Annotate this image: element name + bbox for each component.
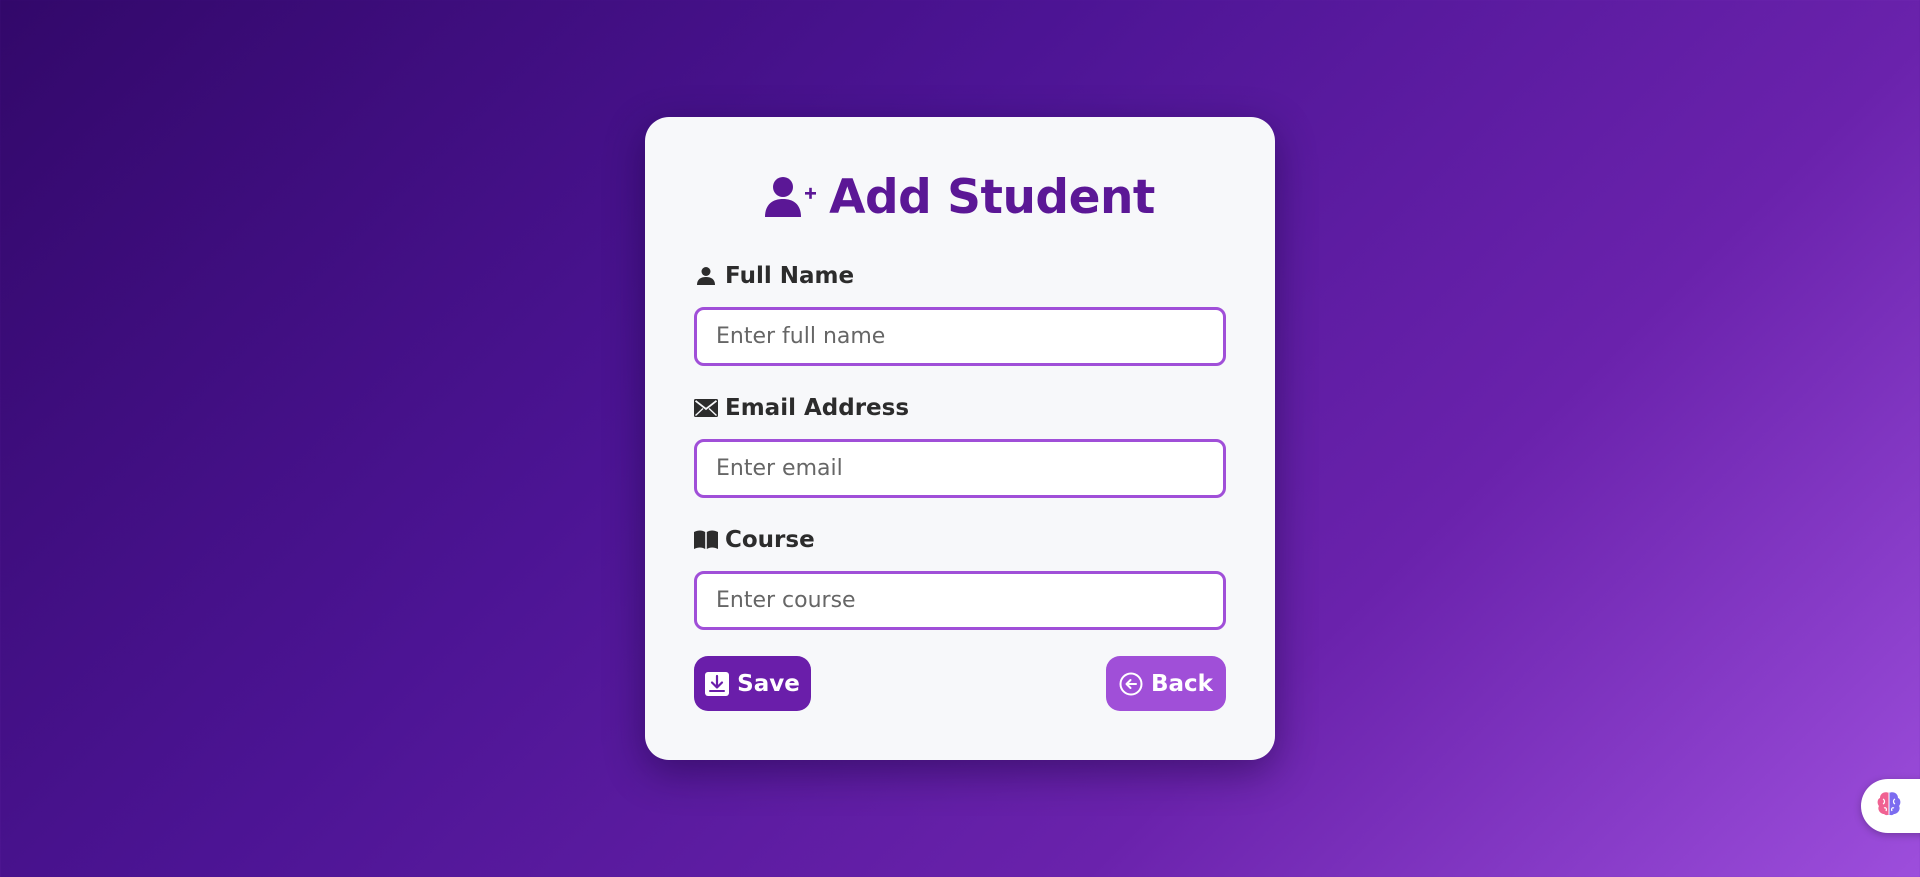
- add-student-card: Add Student Full Name Email Address: [645, 117, 1275, 760]
- user-plus-icon: [765, 175, 817, 219]
- envelope-icon: [694, 396, 718, 420]
- brain-icon: [1875, 790, 1903, 822]
- assistant-widget-button[interactable]: [1861, 779, 1920, 833]
- book-icon: [694, 528, 718, 552]
- back-button[interactable]: Back: [1106, 656, 1226, 711]
- email-label: Email Address: [694, 395, 909, 421]
- course-input[interactable]: [694, 571, 1226, 630]
- course-label: Course: [694, 527, 815, 553]
- email-label-text: Email Address: [725, 395, 910, 421]
- full-name-input[interactable]: [694, 307, 1226, 366]
- course-label-text: Course: [725, 527, 815, 553]
- save-button[interactable]: Save: [694, 656, 811, 711]
- email-input[interactable]: [694, 439, 1226, 498]
- page-title-text: Add Student: [829, 169, 1155, 225]
- full-name-label: Full Name: [694, 263, 854, 289]
- back-button-label: Back: [1151, 670, 1213, 697]
- page-title: Add Student: [645, 167, 1275, 227]
- download-box-icon: [705, 671, 730, 696]
- person-icon: [694, 264, 718, 288]
- full-name-label-text: Full Name: [725, 263, 855, 289]
- arrow-left-circle-icon: [1119, 672, 1143, 696]
- save-button-label: Save: [737, 670, 800, 697]
